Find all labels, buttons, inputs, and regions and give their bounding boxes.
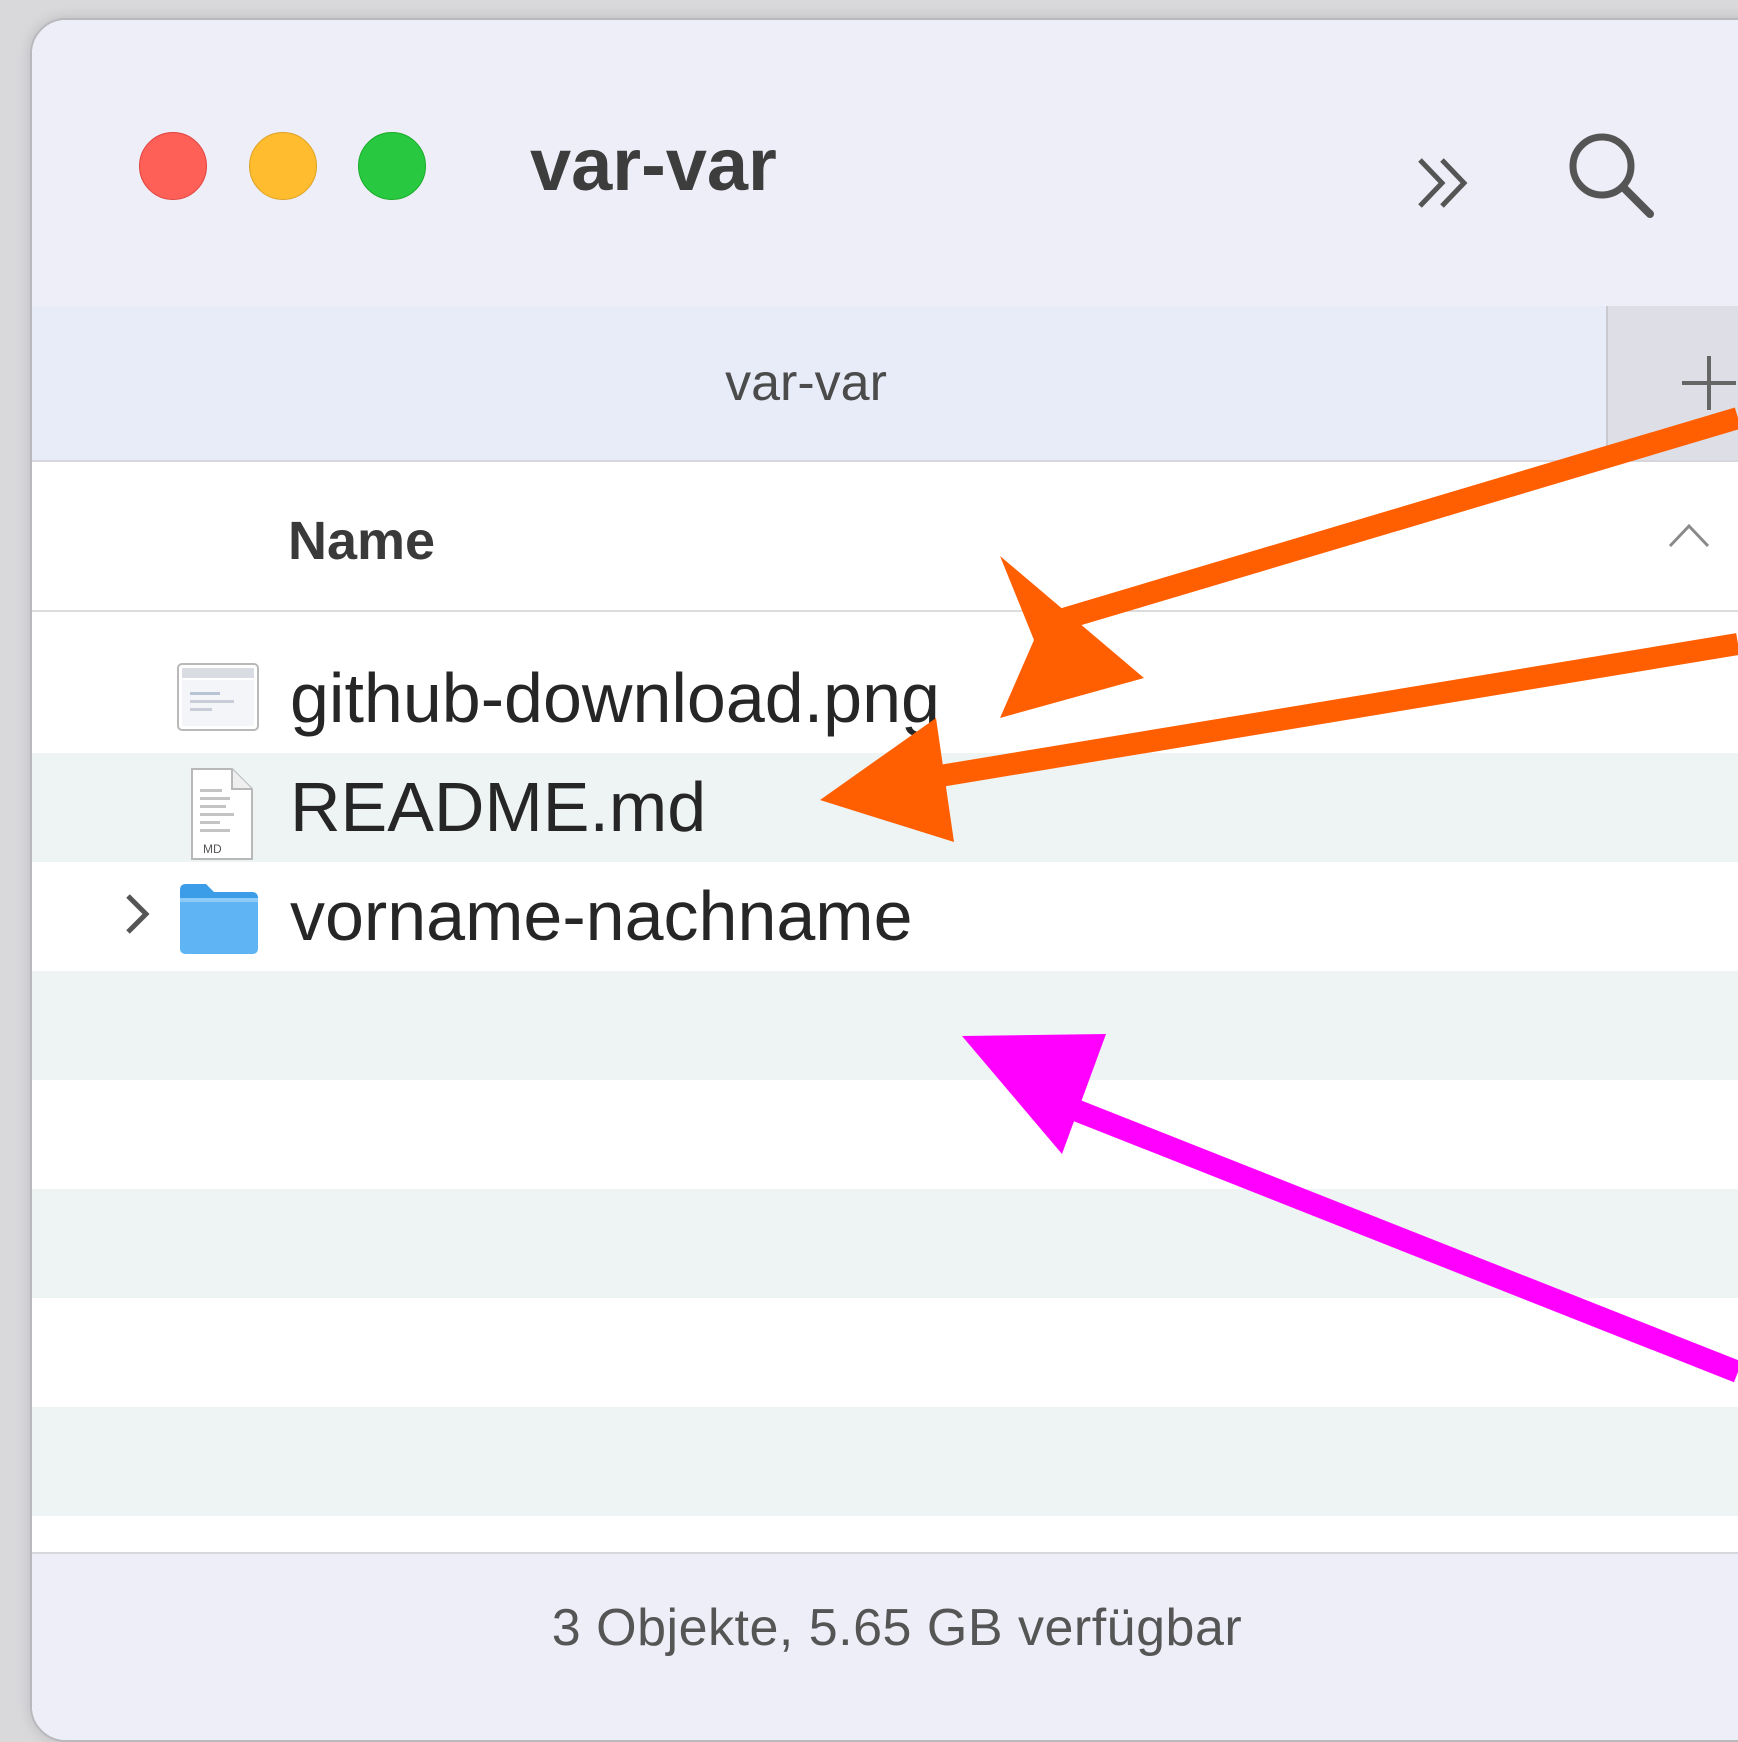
image-file-icon [177,663,259,731]
md-badge-text: MD [203,842,222,856]
file-list: github-download.png MD README.md vorname… [32,644,1738,1516]
title-bar: var-var [32,20,1738,306]
minimize-button[interactable] [249,132,317,200]
empty-row [32,1189,1738,1298]
empty-row [32,1080,1738,1189]
tab-bar: var-var [32,306,1738,462]
chevron-up-icon[interactable] [1664,516,1714,552]
folder-name[interactable]: vorname-nachname [290,879,913,954]
list-item[interactable]: github-download.png [32,644,1738,753]
window-title: var-var [530,123,777,206]
more-chevrons-icon[interactable] [1400,138,1490,228]
close-button[interactable] [139,132,207,200]
file-name[interactable]: README.md [290,770,706,845]
column-header-name[interactable]: Name [288,510,435,572]
column-header: Name [32,462,1738,612]
markdown-file-icon: MD [191,768,253,860]
tab-var-var[interactable]: var-var [32,306,1580,460]
folder-icon [180,884,258,954]
list-item[interactable]: vorname-nachname [32,862,1738,971]
finder-window: var-var var-var Name github-download.png… [30,18,1738,1742]
chevron-right-icon[interactable] [118,886,154,942]
search-icon[interactable] [1562,126,1662,226]
maximize-button[interactable] [358,132,426,200]
plus-icon [1682,356,1736,410]
status-text: 3 Objekte, 5.65 GB verfügbar [551,1599,1243,1657]
status-bar: 3 Objekte, 5.65 GB verfügbar [32,1552,1738,1740]
file-name[interactable]: github-download.png [290,661,940,736]
empty-row [32,971,1738,1080]
list-item[interactable]: MD README.md [32,753,1738,862]
new-tab-button[interactable] [1606,306,1738,460]
empty-row [32,1407,1738,1516]
empty-row [32,1298,1738,1407]
